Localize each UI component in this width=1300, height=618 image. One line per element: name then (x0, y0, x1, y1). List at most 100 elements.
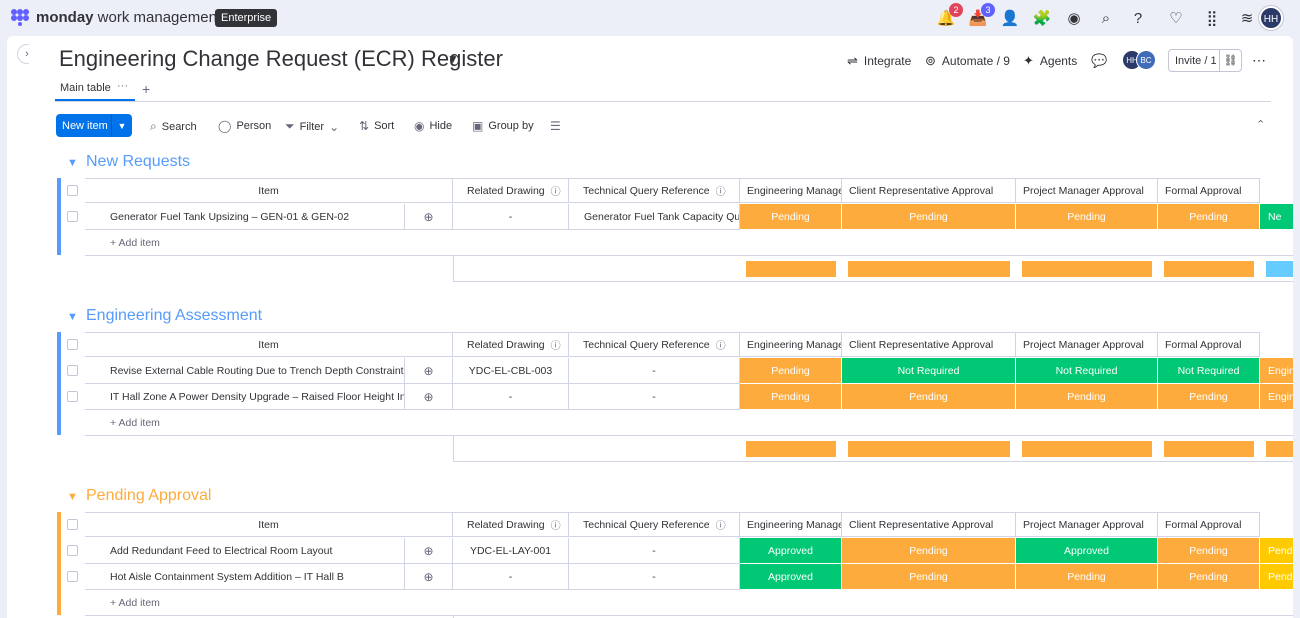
add-item-input[interactable]: + Add item (110, 597, 160, 609)
column-header-formal[interactable]: Formal Approval (1158, 332, 1260, 357)
status-summary-bar[interactable] (1164, 261, 1254, 277)
item-updates-cell[interactable]: ⊕ (405, 384, 453, 410)
cell-extra[interactable]: Pendi (1260, 538, 1293, 564)
cell-formal[interactable]: Pending (1158, 538, 1260, 564)
sort-button[interactable]: ⇅ Sort (359, 119, 394, 133)
column-header-pm[interactable]: Project Manager Approval (1016, 512, 1158, 537)
search-icon[interactable]: ⌕ (1096, 8, 1116, 28)
cell-extra[interactable]: Engin (1260, 384, 1293, 410)
more-options-icon[interactable]: ⋯ (1252, 52, 1266, 69)
cell-drawing[interactable]: YDC-EL-LAY-001 (453, 538, 569, 564)
app-switcher-grid-icon[interactable]: ⣿ (1202, 8, 1222, 28)
filter-button[interactable]: ⏷ Filter ⌄ (285, 119, 339, 134)
column-info-icon[interactable]: ⓘ (551, 183, 561, 198)
cell-client[interactable]: Pending (842, 564, 1016, 590)
cell-item[interactable]: Generator Fuel Tank Upsizing – GEN-01 & … (85, 204, 405, 230)
cell-pm[interactable]: Pending (1016, 564, 1158, 590)
cell-pm[interactable]: Not Required (1016, 358, 1158, 384)
cell-extra[interactable]: Ne (1260, 204, 1293, 230)
new-item-button[interactable]: New item ▼ (56, 114, 132, 137)
column-header-client[interactable]: Client Representative Approval (842, 512, 1016, 537)
add-update-bubble-icon[interactable]: ⊕ (421, 364, 437, 378)
cell-tq[interactable]: - (569, 538, 740, 564)
column-header-eng[interactable]: Engineering Manager Approval (740, 178, 842, 203)
cell-client[interactable]: Pending (842, 204, 1016, 230)
hide-columns-button[interactable]: ◉ Hide (414, 119, 452, 133)
cell-tq[interactable]: - (569, 384, 740, 410)
column-header-client[interactable]: Client Representative Approval (842, 332, 1016, 357)
invite-button[interactable]: Invite / 1 ⛓ (1168, 49, 1242, 72)
cell-eng[interactable]: Pending (740, 358, 842, 384)
status-summary-bar[interactable] (1266, 261, 1293, 277)
feedback-heart-icon[interactable]: ♡ (1166, 8, 1186, 28)
item-updates-cell[interactable]: ⊕ (405, 204, 453, 230)
cell-client[interactable]: Pending (842, 538, 1016, 564)
column-header-eng[interactable]: Engineering Manager Approval (740, 512, 842, 537)
column-header-pm[interactable]: Project Manager Approval (1016, 178, 1158, 203)
group-collapse-chevron-icon[interactable]: ▼ (67, 311, 78, 323)
column-header-tq[interactable]: Technical Query Reference ⓘ (569, 178, 740, 203)
chevron-down-icon[interactable]: ⌄ (329, 120, 339, 134)
apps-marketplace-icon[interactable]: 🧩 (1032, 8, 1052, 28)
more-toolbar-options-icon[interactable]: ☰ (550, 119, 561, 133)
integrate-button[interactable]: ⇌ Integrate (847, 52, 911, 70)
group-title[interactable]: Pending Approval (86, 487, 211, 505)
column-info-icon[interactable]: ⓘ (716, 517, 726, 532)
cell-pm[interactable]: Pending (1016, 384, 1158, 410)
cell-extra[interactable]: Pendi (1260, 564, 1293, 590)
cell-drawing[interactable]: - (453, 564, 569, 590)
row-checkbox[interactable] (67, 545, 78, 556)
column-info-icon[interactable]: ⓘ (551, 337, 561, 352)
group-title[interactable]: Engineering Assessment (86, 307, 262, 325)
cell-tq[interactable]: Generator Fuel Tank Capacity Query (569, 204, 740, 230)
add-item-input[interactable]: + Add item (110, 237, 160, 249)
cell-formal[interactable]: Not Required (1158, 358, 1260, 384)
cell-eng[interactable]: Pending (740, 384, 842, 410)
row-checkbox[interactable] (67, 391, 78, 402)
add-update-bubble-icon[interactable]: ⊕ (421, 544, 437, 558)
chevron-down-icon[interactable]: ▼ (111, 114, 132, 137)
item-updates-cell[interactable]: ⊕ (405, 358, 453, 384)
ai-assistant-icon[interactable]: ◉ (1064, 8, 1084, 28)
status-summary-bar[interactable] (746, 441, 836, 457)
status-summary-bar[interactable] (1164, 441, 1254, 457)
cell-client[interactable]: Pending (842, 384, 1016, 410)
status-summary-bar[interactable] (746, 261, 836, 277)
status-summary-bar[interactable] (1022, 261, 1152, 277)
add-update-bubble-icon[interactable]: ⊕ (421, 390, 437, 404)
agents-button[interactable]: ✦ Agents (1023, 52, 1077, 70)
board-title[interactable]: Engineering Change Request (ECR) Registe… (59, 46, 503, 72)
column-header-eng[interactable]: Engineering Manager Approval (740, 332, 842, 357)
status-summary-bar[interactable] (1266, 441, 1293, 457)
group-by-button[interactable]: ▣ Group by (472, 119, 534, 133)
monday-logo-icon[interactable] (10, 8, 30, 26)
chevron-down-icon[interactable]: ▼ (447, 52, 459, 66)
select-all-checkbox[interactable] (67, 339, 78, 350)
item-updates-cell[interactable]: ⊕ (405, 564, 453, 590)
select-all-checkbox[interactable] (67, 519, 78, 530)
row-checkbox[interactable] (67, 211, 78, 222)
column-header-tq[interactable]: Technical Query Reference ⓘ (569, 512, 740, 537)
cell-eng[interactable]: Approved (740, 564, 842, 590)
automate-button[interactable]: ⊚ Automate / 9 (925, 52, 1010, 70)
copy-link-icon[interactable]: ⛓ (1219, 50, 1241, 71)
cell-formal[interactable]: Pending (1158, 204, 1260, 230)
column-header-item[interactable]: Item (85, 332, 453, 357)
user-avatar[interactable]: HH (1259, 6, 1283, 30)
group-collapse-chevron-icon[interactable]: ▼ (67, 491, 78, 503)
tab-main-table[interactable]: Main table (60, 82, 111, 94)
status-summary-bar[interactable] (848, 441, 1010, 457)
column-info-icon[interactable]: ⓘ (716, 337, 726, 352)
cell-pm[interactable]: Pending (1016, 204, 1158, 230)
column-header-pm[interactable]: Project Manager Approval (1016, 332, 1158, 357)
cell-tq[interactable]: - (569, 358, 740, 384)
column-info-icon[interactable]: ⓘ (551, 517, 561, 532)
cell-client[interactable]: Not Required (842, 358, 1016, 384)
cell-item[interactable]: IT Hall Zone A Power Density Upgrade – R… (85, 384, 405, 410)
member-avatar[interactable]: BC (1136, 50, 1156, 70)
cell-extra[interactable]: Engin (1260, 358, 1293, 384)
cell-formal[interactable]: Pending (1158, 564, 1260, 590)
status-summary-bar[interactable] (1022, 441, 1152, 457)
add-update-bubble-icon[interactable]: ⊕ (421, 210, 437, 224)
collapse-header-icon[interactable]: ⌃ (1256, 118, 1265, 131)
